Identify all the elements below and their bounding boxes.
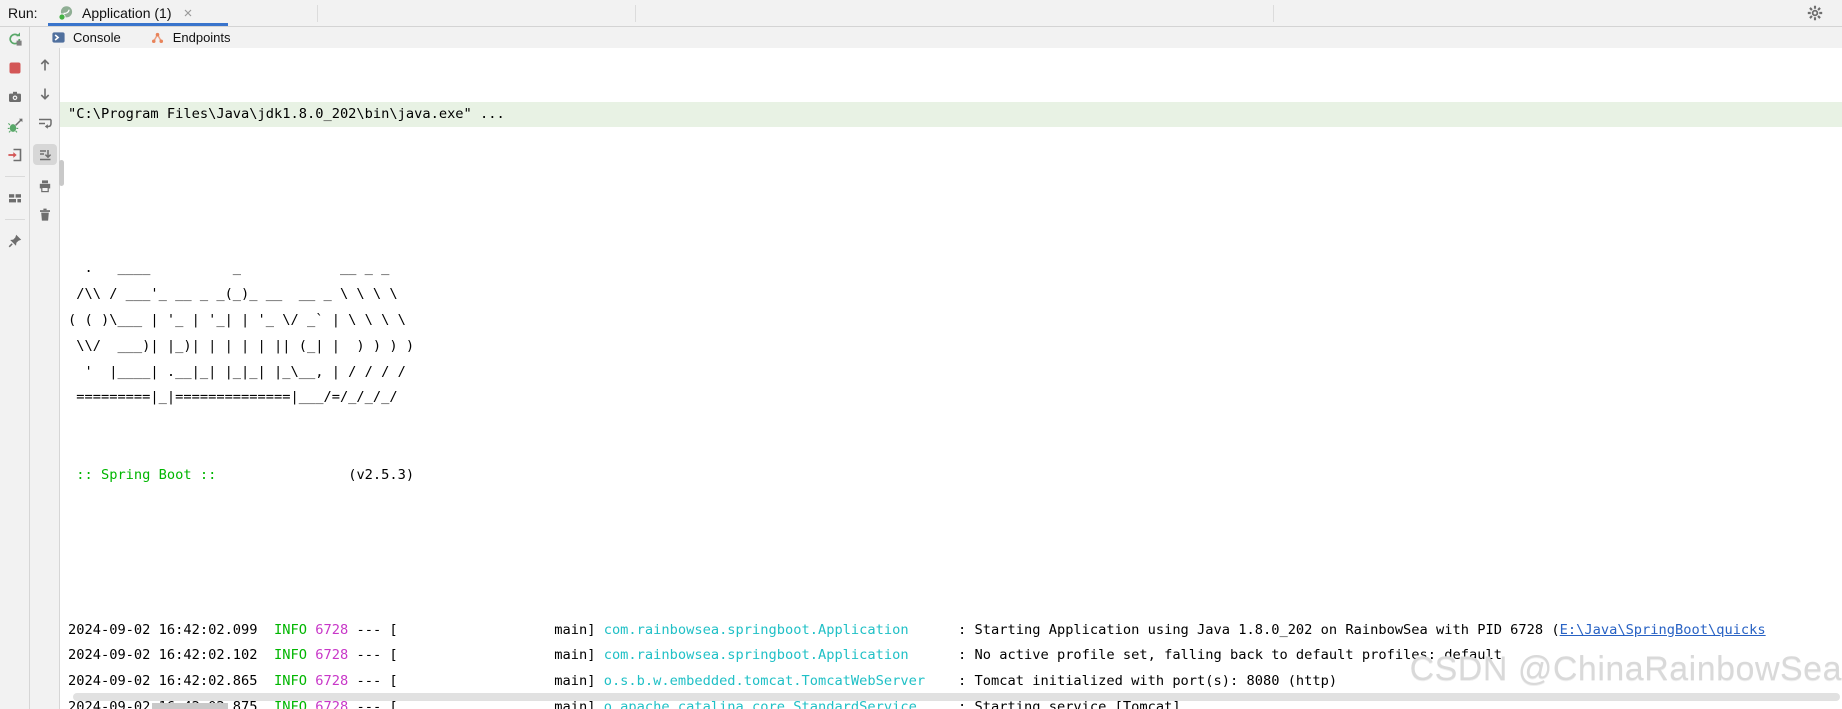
log-pid: 6728 (315, 647, 348, 663)
log-thread: main (398, 647, 588, 663)
thread-dump-camera-icon[interactable] (6, 89, 24, 105)
pin-icon[interactable] (6, 233, 24, 249)
clear-all-trash-icon[interactable] (36, 207, 54, 223)
horizontal-scrollbar-thumb[interactable] (73, 693, 1840, 701)
java-command-line: "C:\Program Files\Java\jdk1.8.0_202\bin\… (60, 102, 1842, 128)
log-pid: 6728 (315, 622, 348, 638)
down-stack-trace-icon[interactable] (36, 86, 54, 102)
log-time: 2024-09-02 16:42:02.865 (68, 673, 258, 689)
console-output[interactable]: "C:\Program Files\Java\jdk1.8.0_202\bin\… (60, 48, 1842, 709)
exit-icon[interactable] (6, 147, 24, 163)
log-text (258, 622, 274, 638)
scroll-to-end-icon[interactable] (33, 144, 57, 165)
log-text (307, 647, 315, 663)
log-text: ] (587, 622, 603, 638)
log-pid: 6728 (315, 673, 348, 689)
tabbar-separator (317, 5, 318, 22)
log-line: 2024-09-02 16:42:02.099 INFO 6728 --- [ … (68, 618, 1842, 644)
console-terminal-icon (49, 30, 67, 46)
close-icon[interactable] (179, 5, 197, 21)
print-icon[interactable] (36, 178, 54, 194)
run-toolbar (0, 27, 30, 709)
log-message: Tomcat initialized with port(s): 8080 (h… (975, 673, 1338, 689)
settings-gear-icon[interactable] (1806, 4, 1824, 22)
log-message: Starting Application using Java 1.8.0_20… (975, 622, 1560, 638)
toolbar-divider (5, 219, 25, 220)
bottom-scrollbar-thumb[interactable] (152, 703, 228, 709)
run-label: Run: (8, 5, 48, 21)
log-text: ] (587, 647, 603, 663)
log-thread: main (398, 673, 588, 689)
tab-console[interactable]: Console (49, 30, 121, 46)
tabbar-separator (1273, 5, 1274, 22)
tab-application[interactable]: Application (1) (48, 0, 228, 26)
log-level: INFO (274, 622, 307, 638)
run-tool-window: Run: Application (1) (0, 0, 1842, 709)
restart-debug-bug-icon[interactable] (6, 118, 24, 134)
tabbar-separator (635, 5, 636, 22)
spring-boot-version-line: :: Spring Boot :: (v2.5.3) (68, 463, 1842, 489)
log-text: --- [ (348, 673, 397, 689)
run-header-bar: Run: Application (1) (0, 0, 1842, 27)
log-logger: com.rainbowsea.springboot.Application (604, 622, 950, 638)
log-time: 2024-09-02 16:42:02.099 (68, 622, 258, 638)
soft-wrap-icon[interactable] (36, 115, 54, 131)
log-time: 2024-09-02 16:42:02.102 (68, 647, 258, 663)
stop-icon[interactable] (6, 60, 24, 76)
file-path-link[interactable]: E:\Java\SpringBoot\quicks (1560, 622, 1766, 638)
spring-boot-run-icon (57, 5, 75, 21)
run-tab-title: Application (1) (82, 5, 172, 21)
endpoints-icon (149, 30, 167, 46)
log-text: : (950, 647, 975, 663)
log-text: --- [ (348, 647, 397, 663)
toolbar-divider (5, 176, 25, 177)
log-text: ] (587, 673, 603, 689)
log-text (258, 673, 274, 689)
log-logger: com.rainbowsea.springboot.Application (604, 647, 950, 663)
log-thread: main (398, 622, 588, 638)
rerun-icon[interactable] (6, 31, 24, 47)
log-text: --- [ (348, 622, 397, 638)
log-text: : (950, 622, 975, 638)
watermark: CSDN @ChinaRainbowSea (1410, 650, 1842, 689)
log-level: INFO (274, 647, 307, 663)
log-level: INFO (274, 673, 307, 689)
console-view-tabs: Console Endpoints (30, 27, 1842, 48)
tab-endpoints-label: Endpoints (173, 30, 231, 45)
tab-endpoints[interactable]: Endpoints (149, 30, 231, 46)
log-text (307, 622, 315, 638)
active-tab-underline (48, 23, 228, 26)
log-text (307, 673, 315, 689)
log-text: : (950, 673, 975, 689)
spring-boot-ascii-banner: . ____ _ __ _ _ /\\ / ___'_ __ _ _(_)_ _… (68, 256, 1842, 411)
console-toolbar (30, 48, 60, 709)
tab-console-label: Console (73, 30, 121, 45)
log-text (258, 647, 274, 663)
restore-layout-icon[interactable] (6, 190, 24, 206)
up-stack-trace-icon[interactable] (36, 57, 54, 73)
scrollbar-marker[interactable] (59, 160, 64, 186)
log-logger: o.s.b.w.embedded.tomcat.TomcatWebServer (604, 673, 950, 689)
